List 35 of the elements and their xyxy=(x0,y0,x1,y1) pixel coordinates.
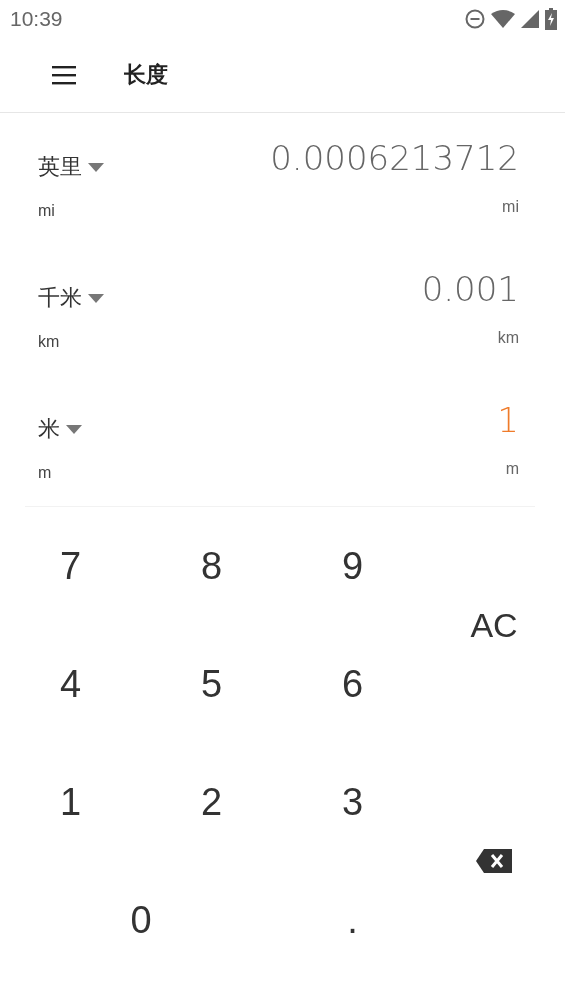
clear-button[interactable]: AC xyxy=(423,507,565,743)
unit-value[interactable]: 0.001 xyxy=(421,269,519,309)
digit-key[interactable]: . xyxy=(282,861,423,979)
unit-abbreviation: mi xyxy=(502,198,519,216)
caret-icon xyxy=(66,425,82,434)
backspace-button[interactable] xyxy=(476,849,512,873)
unit-value[interactable]: 0.0006213712 xyxy=(270,138,519,178)
unit-abbreviation: m xyxy=(38,464,53,482)
unit-abbreviation: km xyxy=(38,333,61,351)
digit-key[interactable]: 9 xyxy=(282,507,423,625)
backspace-icon xyxy=(476,849,512,873)
unit-abbreviation: km xyxy=(497,329,519,347)
unit-dropdown[interactable]: 英里 xyxy=(38,142,104,182)
status-time: 10:39 xyxy=(10,7,63,31)
digit-key[interactable]: 0 xyxy=(0,861,282,979)
caret-icon xyxy=(88,294,104,303)
signal-icon xyxy=(521,10,539,28)
digit-key[interactable]: 3 xyxy=(282,743,423,861)
unit-abbreviation: m xyxy=(505,460,519,478)
wifi-icon xyxy=(491,10,515,28)
app-title: 长度 xyxy=(124,61,168,89)
do-not-disturb-icon xyxy=(465,9,485,29)
battery-icon xyxy=(545,8,557,30)
digit-key[interactable]: 6 xyxy=(282,625,423,743)
unit-abbreviation: mi xyxy=(38,202,56,220)
digit-key[interactable]: 1 xyxy=(0,743,141,861)
unit-dropdown[interactable]: 千米 xyxy=(38,273,104,313)
digit-key[interactable]: 7 xyxy=(0,507,141,625)
caret-icon xyxy=(88,163,104,172)
digit-key[interactable]: 4 xyxy=(0,625,141,743)
menu-icon xyxy=(52,65,76,85)
unit-dropdown[interactable]: 米 xyxy=(38,404,82,444)
digit-key[interactable]: 2 xyxy=(141,743,282,861)
digit-key[interactable]: 8 xyxy=(141,507,282,625)
digit-key[interactable]: 5 xyxy=(141,625,282,743)
